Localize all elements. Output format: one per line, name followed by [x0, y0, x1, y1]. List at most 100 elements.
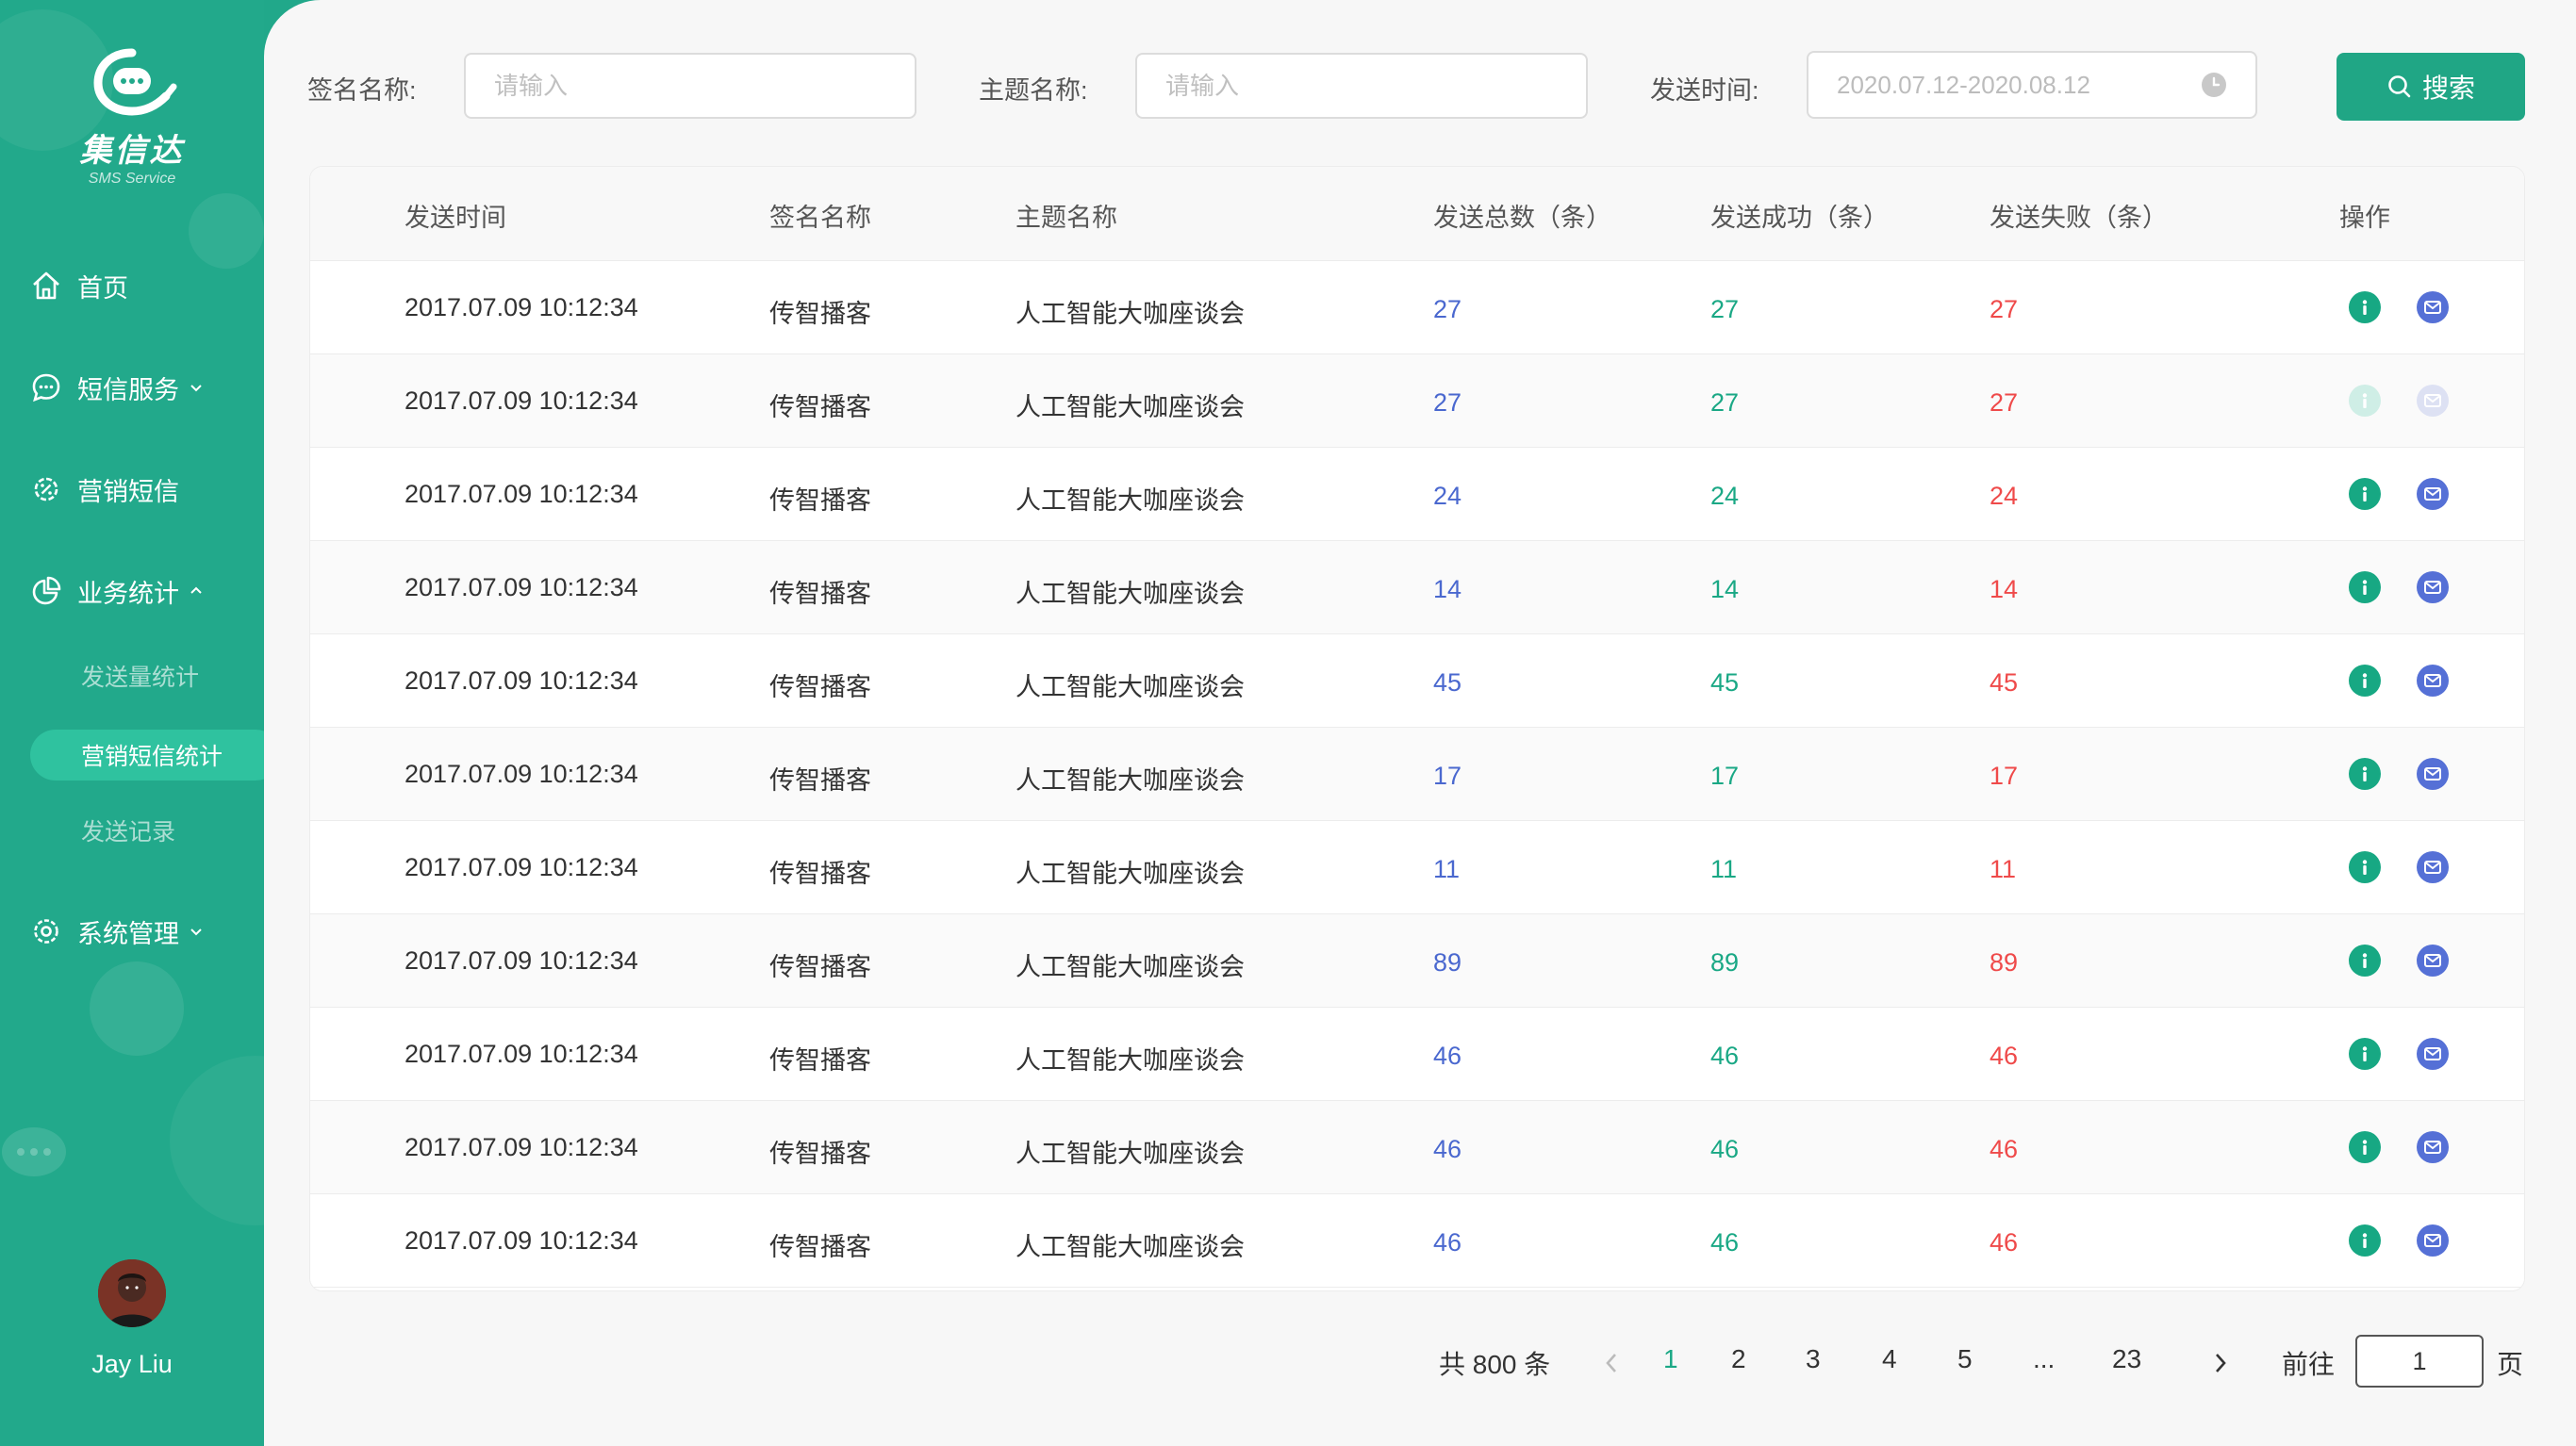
sidebar-item-marketing-sms[interactable]: 营销短信 [28, 463, 179, 516]
mail-icon[interactable] [2417, 571, 2449, 603]
cell-send-time: 2017.07.09 10:12:34 [405, 386, 638, 415]
sidebar-item-label: 业务统计 [77, 579, 179, 608]
chevron-up-icon [189, 583, 206, 600]
sidebar-subitem-marketing-stats[interactable]: 营销短信统计 [30, 730, 264, 781]
info-icon[interactable] [2349, 945, 2381, 977]
cell-total: 46 [1433, 1228, 1462, 1257]
info-icon[interactable] [2349, 571, 2381, 603]
cell-fail: 46 [1990, 1042, 2019, 1070]
column-header-total: 发送总数（条） [1433, 204, 1611, 232]
mail-icon[interactable] [2417, 291, 2449, 323]
mail-icon[interactable] [2417, 385, 2449, 417]
mail-icon[interactable] [2417, 1131, 2449, 1163]
cell-total: 11 [1433, 855, 1461, 883]
info-icon[interactable] [2349, 851, 2381, 883]
info-icon[interactable] [2349, 385, 2381, 417]
cell-topic-name: 人工智能大咖座谈会 [1016, 1140, 1245, 1168]
cell-success: 45 [1710, 668, 1740, 697]
sign-name-label: 签名名称: [307, 76, 417, 105]
sidebar-item-system[interactable]: 系统管理 [28, 905, 206, 958]
cell-success: 14 [1710, 575, 1740, 603]
pagination-page-4[interactable]: 4 [1882, 1344, 1897, 1382]
pagination-page-3[interactable]: 3 [1806, 1344, 1821, 1382]
mail-icon[interactable] [2417, 945, 2449, 977]
cell-topic-name: 人工智能大咖座谈会 [1016, 486, 1245, 515]
cell-fail: 89 [1990, 948, 2019, 977]
sidebar-item-home[interactable]: 首页 [28, 259, 128, 312]
mail-icon[interactable] [2417, 851, 2449, 883]
cell-success: 46 [1710, 1135, 1740, 1163]
cell-success: 89 [1710, 948, 1740, 977]
info-icon[interactable] [2349, 291, 2381, 323]
brand-tagline: SMS Service [88, 171, 176, 187]
chevron-down-icon [189, 379, 206, 396]
table-row: 2017.07.09 10:12:34 传智播客 人工智能大咖座谈会 46 46 46 [310, 1101, 2524, 1194]
mail-icon[interactable] [2417, 478, 2449, 510]
sidebar-subitem-send-volume[interactable]: 发送量统计 [81, 652, 199, 699]
pagination-page-5[interactable]: 5 [1957, 1344, 1973, 1382]
search-icon [2388, 75, 2411, 98]
pagination-page-23[interactable]: 23 [2112, 1344, 2141, 1382]
pagination-page-2[interactable]: 2 [1731, 1344, 1746, 1382]
cell-sign-name: 传智播客 [769, 1140, 871, 1168]
mail-icon[interactable] [2417, 758, 2449, 790]
cell-fail: 46 [1990, 1135, 2019, 1163]
main-panel: 签名名称: 主题名称: 发送时间: 2020.07.12-2020.08.12 … [264, 0, 2576, 1446]
info-icon[interactable] [2349, 758, 2381, 790]
mail-icon[interactable] [2417, 665, 2449, 697]
column-header-fail: 发送失败（条） [1990, 204, 2168, 232]
date-range-picker[interactable]: 2020.07.12-2020.08.12 [1807, 51, 2257, 119]
cell-topic-name: 人工智能大咖座谈会 [1016, 860, 1245, 888]
topic-name-input[interactable] [1135, 53, 1588, 119]
records-table: 发送时间 签名名称 主题名称 发送总数（条） 发送成功（条） 发送失败（条） 操… [309, 166, 2525, 1291]
cell-success: 11 [1710, 855, 1738, 883]
home-icon [28, 268, 64, 304]
cell-send-time: 2017.07.09 10:12:34 [405, 666, 638, 695]
pagination-page-1[interactable]: 1 [1663, 1344, 1678, 1382]
date-range-value: 2020.07.12-2020.08.12 [1837, 70, 2090, 99]
info-icon[interactable] [2349, 1038, 2381, 1070]
cell-topic-name: 人工智能大咖座谈会 [1016, 580, 1245, 608]
logo-icon [93, 48, 177, 116]
cell-send-time: 2017.07.09 10:12:34 [405, 1040, 638, 1068]
pagination-ellipsis[interactable]: ... [2033, 1344, 2055, 1382]
sidebar-item-business-stats[interactable]: 业务统计 [28, 565, 206, 617]
cell-send-time: 2017.07.09 10:12:34 [405, 946, 638, 975]
user-profile[interactable]: Jay Liu [57, 1259, 207, 1379]
cell-topic-name: 人工智能大咖座谈会 [1016, 1046, 1245, 1075]
cell-sign-name: 传智播客 [769, 393, 871, 421]
mail-icon[interactable] [2417, 1038, 2449, 1070]
user-name: Jay Liu [91, 1350, 173, 1378]
sign-name-input[interactable] [464, 53, 916, 119]
cell-fail: 46 [1990, 1228, 2019, 1257]
column-header-sign-name: 签名名称 [769, 204, 871, 232]
avatar[interactable] [98, 1259, 166, 1327]
cell-send-time: 2017.07.09 10:12:34 [405, 573, 638, 601]
info-icon[interactable] [2349, 478, 2381, 510]
cell-sign-name: 传智播客 [769, 673, 871, 701]
cell-success: 17 [1710, 762, 1740, 790]
clock-icon [2202, 73, 2226, 97]
info-icon[interactable] [2349, 1131, 2381, 1163]
info-icon[interactable] [2349, 1224, 2381, 1257]
sidebar: 集信达 SMS Service 首页 短信服务 营销短信 业务统计 发送量统计 … [0, 0, 264, 1446]
pagination-goto-input[interactable] [2355, 1335, 2484, 1388]
cell-total: 14 [1433, 575, 1462, 603]
pagination-prev-button[interactable] [1601, 1350, 1622, 1388]
table-row: 2017.07.09 10:12:34 传智播客 人工智能大咖座谈会 27 27 27 [310, 354, 2524, 448]
sidebar-subitem-send-records[interactable]: 发送记录 [81, 807, 175, 854]
cell-fail: 45 [1990, 668, 2019, 697]
sidebar-item-sms-service[interactable]: 短信服务 [28, 361, 206, 414]
table-row: 2017.07.09 10:12:34 传智播客 人工智能大咖座谈会 46 46 46 [310, 1194, 2524, 1288]
info-icon[interactable] [2349, 665, 2381, 697]
pagination-next-button[interactable] [2210, 1350, 2231, 1388]
table-row: 2017.07.09 10:12:34 传智播客 人工智能大咖座谈会 11 11 11 [310, 821, 2524, 914]
search-button[interactable]: 搜索 [2337, 53, 2525, 121]
brand-logo[interactable]: 集信达 SMS Service [57, 45, 207, 188]
chevron-left-icon [1606, 1354, 1616, 1372]
search-button-label: 搜索 [2421, 74, 2475, 103]
cell-sign-name: 传智播客 [769, 1046, 871, 1075]
cell-sign-name: 传智播客 [769, 953, 871, 981]
mail-icon[interactable] [2417, 1224, 2449, 1257]
brand-name: 集信达 [79, 133, 185, 169]
